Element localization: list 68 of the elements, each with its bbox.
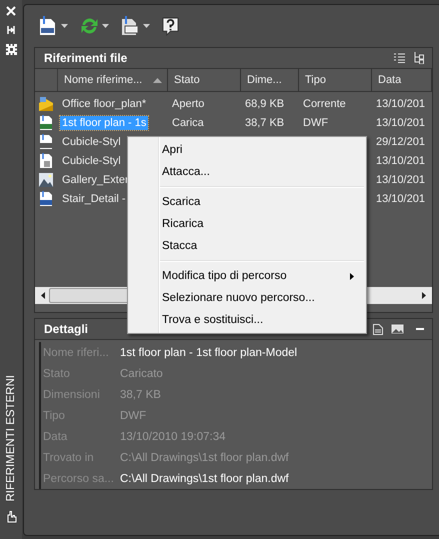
dgn-file-icon [38,190,54,206]
attach-dwg-button[interactable] [37,14,70,38]
property-value: 13/10/2010 19:07:34 [120,430,227,442]
help-icon [162,16,179,36]
table-cell-text: 13/10/201 [375,116,426,130]
menu-item[interactable]: Attacca... [128,161,366,183]
document-icon [121,16,139,36]
menu-item[interactable]: Trova e sostituisci... [128,309,366,331]
property-value: 38,7 KB [120,388,162,400]
help-button[interactable] [160,14,181,38]
table-cell-text: Aperto [171,96,206,110]
table-cell-text: Carica [171,116,205,130]
property-value: DWF [120,410,148,422]
image-icon[interactable] [391,324,404,334]
panel-title: Riferimenti file [44,51,128,65]
drawing-file-icon [38,96,54,112]
column-header[interactable]: Stato [168,69,241,91]
menu-item[interactable]: Stacca [128,235,366,257]
property-value: 1st floor plan - 1st floor plan-Model [120,346,298,358]
refresh-icon [80,18,98,34]
auto-hide-icon[interactable] [6,25,16,35]
tree-view-icon[interactable] [413,52,424,64]
column-header[interactable]: Data [372,69,432,91]
column-header[interactable]: Nome riferime... [58,69,168,91]
caret-icon [102,24,109,28]
property-value: C:\All Drawings\1st floor plan.dwf [120,452,290,464]
table-cell-text: 29/12/201 [375,134,426,148]
file-name[interactable]: Cubicle-Styl [60,134,123,148]
submenu-arrow-icon [350,272,354,280]
file-name[interactable]: Office floor_plan* [60,96,148,110]
menu-item[interactable]: Apri [128,139,366,161]
menu-item[interactable]: Ricarica [128,213,366,235]
table-cell-text: DWF [302,116,330,130]
settings-icon[interactable] [6,44,16,55]
menu-item[interactable]: Selezionare nuovo percorso... [128,287,366,309]
caret-icon [61,24,68,28]
property-value: C:\All Drawings\1st floor plan.dwf [120,472,290,484]
document-file-icon [38,152,54,168]
palette-title: RIFERIMENTI ESTERNI [5,375,17,502]
file-name[interactable]: Stair_Detail - [60,192,128,206]
minimize-icon[interactable] [416,328,424,330]
menu-item[interactable]: Scarica [128,191,366,213]
sort-arrow-icon [153,78,162,83]
list-view-icon[interactable] [394,53,405,63]
attach-file-icon [39,16,57,36]
table-cell-text: 68,9 KB [244,96,286,110]
panel-title: Dettagli [44,322,88,336]
scroll-right-icon[interactable] [422,292,426,299]
dwf-file-icon [38,114,54,130]
menu-item[interactable]: Modifica tipo di percorso [128,265,366,287]
image-file-icon [38,172,54,188]
table-cell-text: 13/10/201 [375,96,426,110]
column-header[interactable]: Dime... [241,69,299,91]
caret-icon [143,24,150,28]
table-cell-text: 13/10/201 [375,154,426,168]
table-cell-text: Corrente [302,96,347,110]
drawing-view-button[interactable] [119,14,152,38]
document-icon[interactable] [373,324,383,334]
scroll-left-icon[interactable] [41,292,45,299]
close-icon[interactable] [6,6,16,16]
column-header[interactable]: Tipo [299,69,372,91]
table-cell-text: 38,7 KB [244,116,286,130]
table-cell-text: 13/10/201 [375,172,426,186]
table-cell-text: 13/10/201 [375,192,426,206]
file-name[interactable]: Gallery_Exter [60,172,131,186]
dwg-file-icon [38,134,54,150]
file-name[interactable]: Cubicle-Styl [60,154,123,168]
property-value: Caricato [120,368,164,380]
